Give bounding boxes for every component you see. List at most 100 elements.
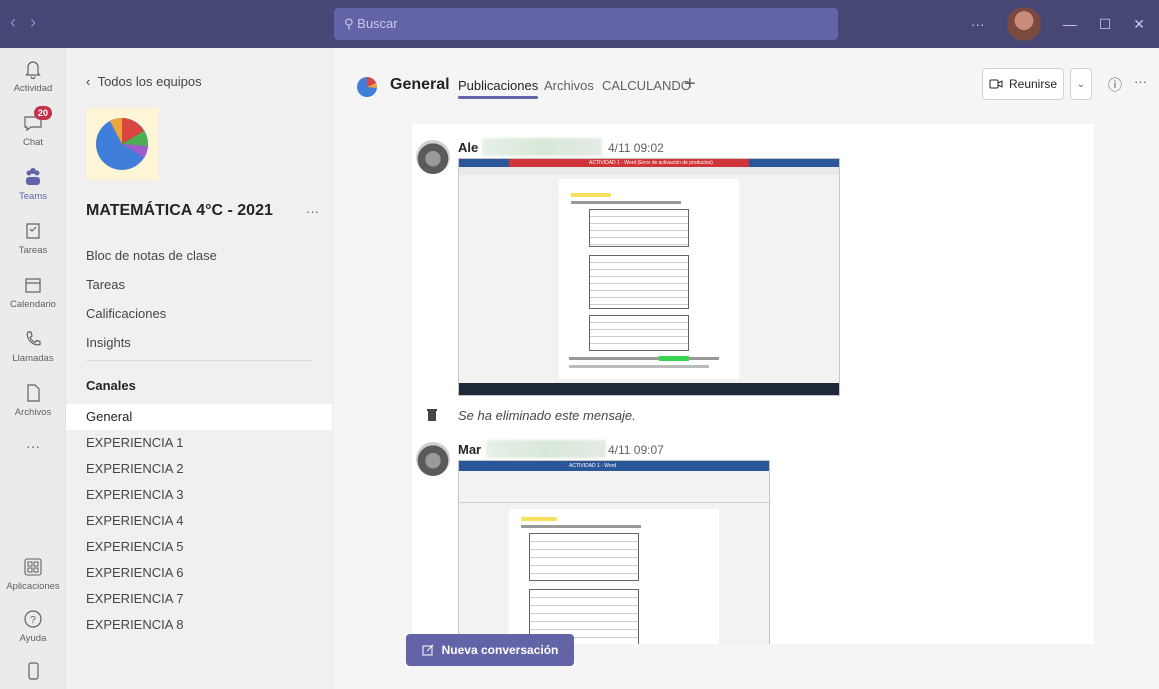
video-camera-icon bbox=[989, 79, 1003, 89]
taskbar bbox=[459, 383, 839, 395]
join-label: Reunirse bbox=[1008, 77, 1058, 91]
appbar-files[interactable]: Archivos bbox=[0, 382, 66, 418]
channel-experiencia-8[interactable]: EXPERIENCIA 8 bbox=[66, 612, 332, 638]
minimize-button[interactable]: — bbox=[1063, 16, 1077, 32]
unread-badge: 20 bbox=[34, 106, 53, 120]
phone-icon bbox=[26, 331, 41, 346]
appbar-chat[interactable]: 20 Chat bbox=[0, 106, 66, 148]
avatar[interactable] bbox=[1006, 7, 1041, 41]
back-to-teams-link[interactable]: ‹ Todos los equipos bbox=[86, 74, 202, 89]
pie-chart-icon bbox=[96, 118, 149, 170]
screenshot-attachment[interactable]: ACTIVIDAD 1 - Word bbox=[458, 460, 770, 644]
app-bar: Actividad 20 Chat Teams Tareas Calendari… bbox=[0, 48, 66, 689]
calendar-icon bbox=[25, 278, 41, 293]
appbar-label: Actividad bbox=[13, 83, 53, 94]
team-logo bbox=[86, 108, 158, 180]
assignments-icon bbox=[26, 223, 40, 239]
svg-text:?: ? bbox=[30, 615, 36, 626]
channel-experiencia-6[interactable]: EXPERIENCIA 6 bbox=[66, 560, 332, 586]
help-icon: ? bbox=[24, 610, 42, 628]
nav-arrows: ‹ › bbox=[10, 12, 36, 33]
error-banner: ACTIVIDAD 1 - Word (Error de activación … bbox=[509, 159, 749, 167]
appbar-label: Llamadas bbox=[12, 353, 54, 364]
appbar-label: Chat bbox=[22, 137, 44, 148]
title-bar: ‹ › ⚲ Buscar ··· — ☐ ✕ bbox=[0, 0, 1159, 48]
channel-header: General Publicaciones Archivos CALCULAND… bbox=[334, 48, 1159, 124]
avatar[interactable] bbox=[416, 442, 450, 476]
channel-experiencia-7[interactable]: EXPERIENCIA 7 bbox=[66, 586, 332, 612]
join-dropdown-button[interactable]: ⌄ bbox=[1070, 68, 1092, 100]
appbar-label: Archivos bbox=[14, 407, 52, 418]
tab-files[interactable]: Archivos bbox=[544, 78, 594, 93]
appbar-label: Calendario bbox=[10, 299, 56, 310]
appbar-more[interactable]: ··· bbox=[0, 438, 66, 454]
appbar-calls[interactable]: Llamadas bbox=[0, 328, 66, 364]
channel-experiencia-4[interactable]: EXPERIENCIA 4 bbox=[66, 508, 332, 534]
chevron-left-icon: ‹ bbox=[86, 74, 98, 89]
word-titlebar: ACTIVIDAD 1 - Word bbox=[459, 461, 769, 471]
redacted-name bbox=[482, 138, 602, 156]
main-area: General Publicaciones Archivos CALCULAND… bbox=[334, 48, 1159, 689]
deleted-message: Se ha eliminado este mensaje. bbox=[458, 408, 636, 423]
team-pie-icon bbox=[357, 77, 378, 97]
appbar-label: Aplicaciones bbox=[6, 581, 60, 592]
channel-general[interactable]: General bbox=[66, 404, 332, 430]
document-page bbox=[509, 509, 719, 644]
trash-icon bbox=[427, 409, 437, 421]
channel-experiencia-2[interactable]: EXPERIENCIA 2 bbox=[66, 456, 332, 482]
new-conversation-label: Nueva conversación bbox=[441, 643, 559, 657]
tab-posts[interactable]: Publicaciones bbox=[458, 78, 539, 99]
search-input[interactable]: ⚲ Buscar bbox=[334, 8, 838, 40]
appbar-activity[interactable]: Actividad bbox=[0, 58, 66, 94]
channels-heading: Canales bbox=[86, 378, 136, 393]
appbar-assignments[interactable]: Tareas bbox=[0, 220, 66, 256]
avatar[interactable] bbox=[416, 140, 450, 174]
appbar-calendar[interactable]: Calendario bbox=[0, 274, 66, 310]
file-icon bbox=[27, 384, 40, 402]
channel-title: General bbox=[390, 76, 450, 93]
appbar-label: Ayuda bbox=[19, 633, 47, 644]
channel-experiencia-5[interactable]: EXPERIENCIA 5 bbox=[66, 534, 332, 560]
appbar-label: Tareas bbox=[18, 245, 48, 256]
team-tabs: Bloc de notas de clase Tareas Calificaci… bbox=[86, 248, 217, 364]
appbar-label: Teams bbox=[19, 191, 47, 202]
maximize-button[interactable]: ☐ bbox=[1099, 16, 1112, 33]
tab-calculando[interactable]: CALCULANDO bbox=[602, 78, 691, 93]
tab-insights[interactable]: Insights bbox=[86, 335, 217, 350]
appbar-help[interactable]: ? Ayuda bbox=[0, 608, 66, 644]
post-timestamp: 4/11 09:07 bbox=[608, 443, 664, 457]
close-button[interactable]: ✕ bbox=[1133, 16, 1145, 33]
more-icon: ··· bbox=[26, 438, 40, 454]
appbar-device[interactable] bbox=[0, 660, 66, 685]
tab-assignments[interactable]: Tareas bbox=[86, 277, 217, 292]
post-timestamp: 4/11 09:02 bbox=[608, 141, 664, 155]
window-controls: ··· — ☐ ✕ bbox=[971, 0, 1159, 48]
apps-icon bbox=[24, 558, 42, 576]
chevron-right-icon[interactable]: › bbox=[30, 12, 36, 33]
team-more-options[interactable]: ··· bbox=[306, 204, 319, 219]
more-options-icon[interactable]: ··· bbox=[1134, 74, 1147, 89]
new-conversation-button[interactable]: Nueva conversación bbox=[406, 634, 574, 666]
more-icon[interactable]: ··· bbox=[971, 16, 985, 32]
appbar-teams[interactable]: Teams bbox=[0, 166, 66, 202]
tab-class-notebook[interactable]: Bloc de notas de clase bbox=[86, 248, 217, 263]
redacted-name bbox=[486, 440, 606, 458]
channel-experiencia-1[interactable]: EXPERIENCIA 1 bbox=[66, 430, 332, 456]
ribbon bbox=[459, 471, 769, 503]
join-meeting-button[interactable]: Reunirse bbox=[982, 68, 1064, 100]
search-placeholder: Buscar bbox=[357, 16, 398, 31]
channel-experiencia-3[interactable]: EXPERIENCIA 3 bbox=[66, 482, 332, 508]
back-label: Todos los equipos bbox=[97, 74, 202, 89]
screenshot-attachment[interactable]: ACTIVIDAD 1 - Word (Error de activación … bbox=[458, 158, 840, 396]
appbar-apps[interactable]: Aplicaciones bbox=[0, 556, 66, 592]
add-tab-button[interactable]: + bbox=[684, 73, 696, 96]
chevron-down-icon: ⌄ bbox=[1076, 78, 1086, 90]
post-author[interactable]: Ale bbox=[458, 140, 478, 155]
tab-grades[interactable]: Calificaciones bbox=[86, 306, 217, 321]
post-author[interactable]: Mar bbox=[458, 442, 481, 457]
compose-icon bbox=[422, 644, 433, 656]
divider bbox=[86, 360, 312, 361]
info-icon[interactable]: ⓘ bbox=[1108, 75, 1122, 95]
team-name: MATEMÁTICA 4°C - 2021 bbox=[86, 202, 273, 219]
chevron-left-icon[interactable]: ‹ bbox=[10, 12, 16, 33]
